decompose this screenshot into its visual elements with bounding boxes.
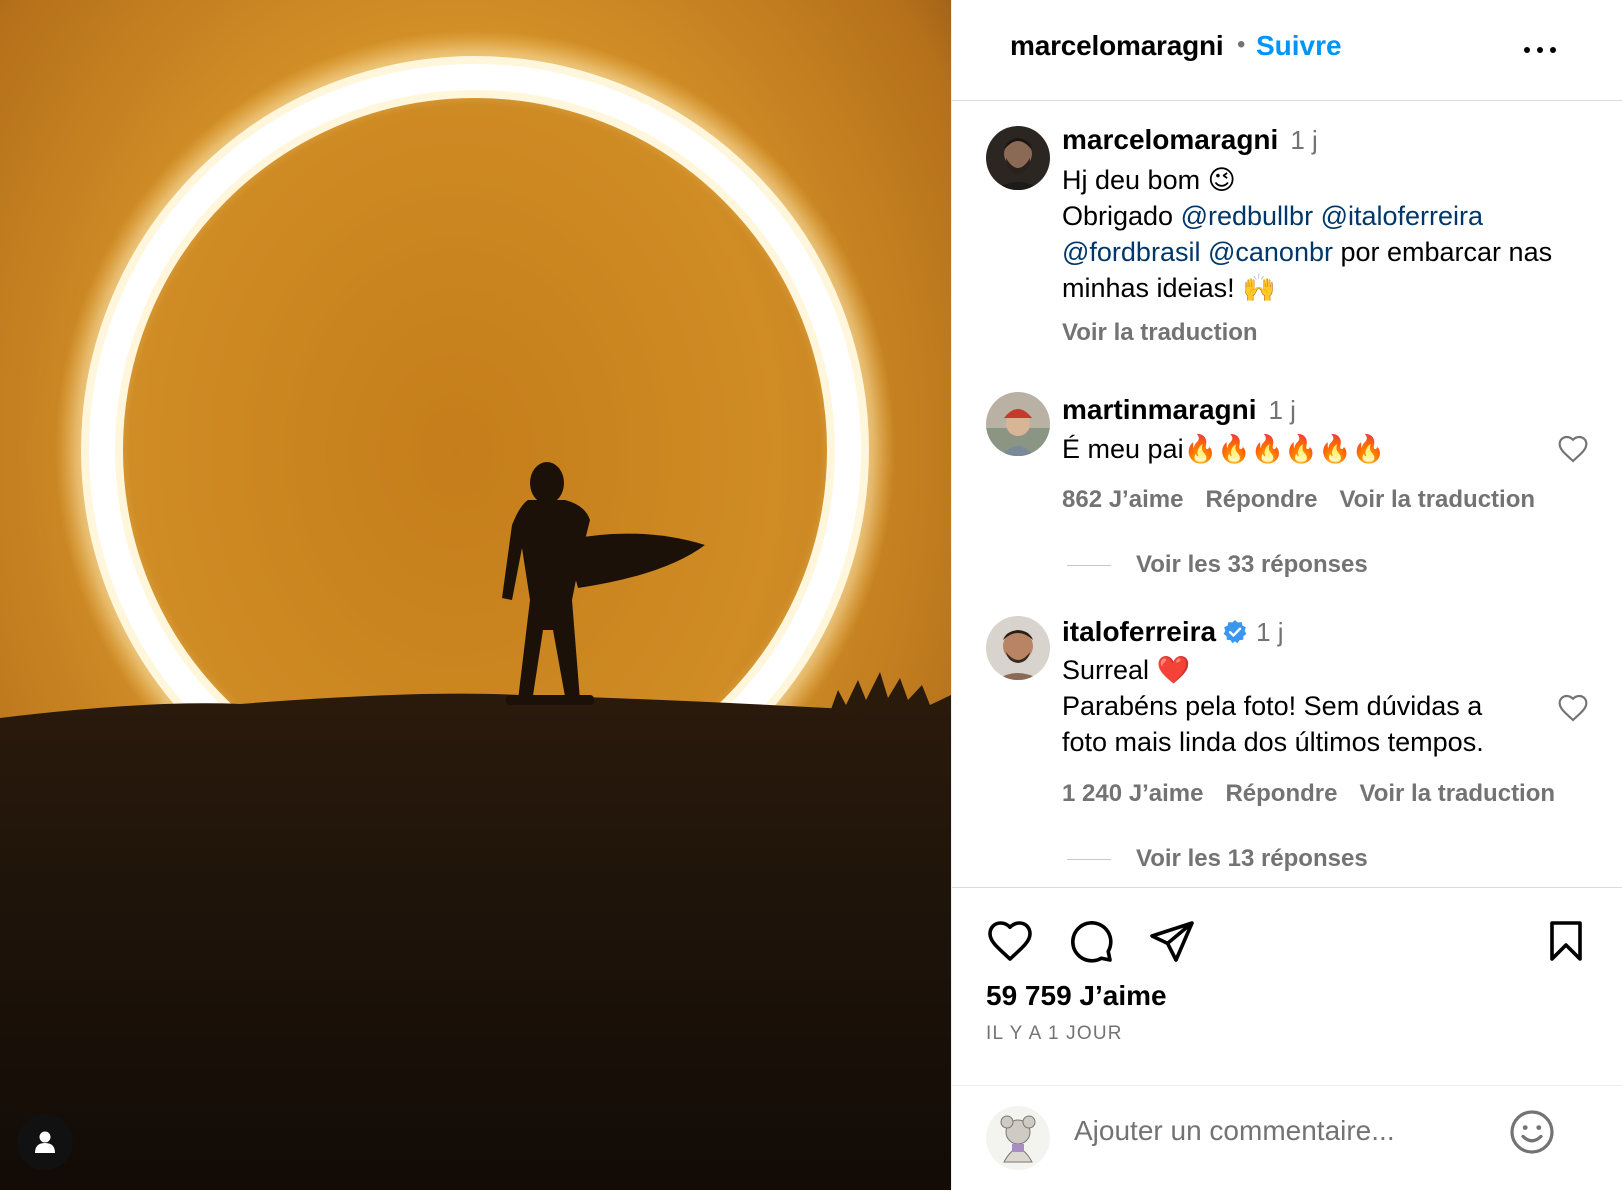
translate-link[interactable]: Voir la traduction — [1339, 486, 1535, 513]
reply-button[interactable]: Répondre — [1205, 486, 1317, 513]
caption-line-3: @fordbrasil @canonbr por embarcar nas — [1062, 234, 1552, 270]
reply-button[interactable]: Répondre — [1225, 780, 1337, 807]
comment-meta: 862 J’aime Répondre Voir la traduction — [1062, 486, 1557, 514]
mention-italoferreira[interactable]: @italoferreira — [1321, 201, 1483, 231]
comment-avatar-martinmaragni[interactable] — [986, 392, 1050, 456]
post-side-panel: marcelomaragni • Suivre marcelomaragni 1 … — [951, 0, 1622, 1190]
comment-likes-count[interactable]: 862 J’aime — [1062, 486, 1183, 513]
translate-label[interactable]: Voir la traduction — [1062, 319, 1258, 346]
user-icon — [35, 1131, 55, 1153]
comment-avatar-italoferreira[interactable] — [986, 616, 1050, 680]
post-header: marcelomaragni • Suivre — [952, 0, 1622, 101]
add-comment-input[interactable] — [1072, 1110, 1496, 1152]
replies-line — [1067, 564, 1111, 566]
mention-canonbr[interactable]: @canonbr — [1208, 237, 1333, 267]
caption-line-4: minhas ideias! 🙌 — [1062, 273, 1276, 303]
follow-button[interactable]: Suivre — [1256, 30, 1342, 62]
view-replies-button[interactable]: Voir les 13 réponses — [1067, 845, 1368, 873]
more-icon — [1524, 47, 1530, 53]
comment-line-2: Parabéns pela foto! Sem dúvidas a — [1062, 691, 1483, 721]
comment-username[interactable]: italoferreira — [1062, 616, 1216, 648]
caption-line-1: Hj deu bom 😉 — [1062, 165, 1236, 195]
comment-header: italoferreira 1 j — [1062, 616, 1284, 648]
caption-line-2: Obrigado @redbullbr @italoferreira — [1062, 198, 1483, 234]
like-heart-icon[interactable] — [986, 917, 1034, 965]
post-photo[interactable] — [0, 0, 951, 1190]
add-comment-bar — [952, 1085, 1622, 1191]
replies-line — [1067, 858, 1111, 860]
avatar-image — [986, 392, 1050, 456]
avatar-image — [986, 1106, 1050, 1170]
caption-username[interactable]: marcelomaragni — [1062, 124, 1278, 155]
comment-username[interactable]: martinmaragni — [1062, 394, 1257, 425]
avatar-image — [986, 616, 1050, 680]
caption-text: por embarcar nas — [1340, 237, 1553, 267]
caption-text: Obrigado — [1062, 201, 1174, 231]
comment-like-heart-icon[interactable] — [1557, 433, 1589, 465]
comment-line-3: foto mais linda dos últimos tempos. — [1062, 727, 1484, 757]
caption-header: marcelomaragni 1 j — [1062, 124, 1318, 156]
caption-time[interactable]: 1 j — [1290, 125, 1317, 155]
more-options-button[interactable] — [1522, 30, 1570, 66]
header-separator: • — [1237, 31, 1246, 58]
post-likes-count[interactable]: 59 759 J’aime — [986, 980, 1167, 1012]
post-date[interactable]: IL Y A 1 JOUR — [986, 1023, 1123, 1045]
comment-header: martinmaragni 1 j — [1062, 394, 1296, 426]
comment-time[interactable]: 1 j — [1256, 617, 1283, 648]
comment-bubble-icon[interactable] — [1067, 917, 1115, 965]
comment-text: É meu pai🔥🔥🔥🔥🔥🔥 — [1062, 434, 1386, 464]
comment-time[interactable]: 1 j — [1269, 395, 1296, 425]
mention-redbullbr[interactable]: @redbullbr — [1181, 201, 1313, 231]
header-username[interactable]: marcelomaragni — [1010, 30, 1224, 62]
caption-translate-link[interactable]: Voir la traduction — [1062, 319, 1280, 347]
avatar-image — [986, 126, 1050, 190]
comment-like-heart-icon[interactable] — [1557, 692, 1589, 724]
comment-line-1: Surreal ❤️ — [1062, 655, 1191, 685]
comment-likes-count[interactable]: 1 240 J’aime — [1062, 780, 1203, 807]
caption-avatar[interactable] — [986, 126, 1050, 190]
mention-fordbrasil[interactable]: @fordbrasil — [1062, 237, 1200, 267]
post-actions-divider — [952, 887, 1622, 888]
tagged-user-button[interactable] — [17, 1114, 73, 1170]
translate-link[interactable]: Voir la traduction — [1359, 780, 1555, 807]
view-replies-label[interactable]: Voir les 33 réponses — [1136, 551, 1368, 579]
emoji-smiley-icon[interactable] — [1508, 1108, 1556, 1156]
view-replies-label[interactable]: Voir les 13 réponses — [1136, 845, 1368, 873]
view-replies-button[interactable]: Voir les 33 réponses — [1067, 551, 1368, 579]
save-bookmark-icon[interactable] — [1542, 917, 1590, 965]
current-user-avatar — [986, 1106, 1050, 1170]
verified-badge-icon — [1223, 620, 1247, 644]
eclipse-surfer-image — [0, 0, 951, 1190]
comment-meta: 1 240 J’aime Répondre Voir la traduction — [1062, 780, 1577, 808]
share-paper-plane-icon[interactable] — [1148, 917, 1196, 965]
